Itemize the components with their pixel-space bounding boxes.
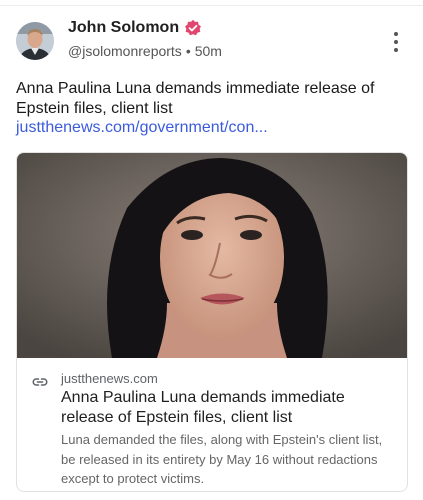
post-time[interactable]: 50m: [195, 43, 222, 59]
link-preview-card[interactable]: justthenews.com Anna Paulina Luna demand…: [16, 152, 408, 492]
avatar[interactable]: [16, 22, 54, 60]
verified-badge-icon: [185, 19, 202, 36]
post-body: Anna Paulina Luna demands immediate rele…: [16, 80, 375, 117]
author-name-text: John Solomon: [68, 19, 180, 36]
avatar-image: [16, 22, 54, 60]
author-handle[interactable]: @jsolomonreports: [68, 43, 182, 59]
more-vertical-icon: [394, 32, 398, 52]
post-link[interactable]: justthenews.com/government/con...: [16, 119, 268, 136]
author-meta: @jsolomonreports • 50m: [68, 43, 222, 59]
card-domain: justthenews.com: [61, 371, 158, 386]
post-text: Anna Paulina Luna demands immediate rele…: [16, 79, 408, 138]
post: John Solomon @jsolomonreports • 50m Anna P…: [0, 0, 423, 500]
meta-separator: •: [185, 43, 191, 59]
card-image: [17, 153, 407, 358]
card-title[interactable]: Anna Paulina Luna demands immediate rele…: [61, 388, 397, 427]
more-options-button[interactable]: [388, 30, 404, 54]
author-name[interactable]: John Solomon: [68, 19, 202, 37]
link-icon: [32, 378, 48, 386]
card-body: justthenews.com Anna Paulina Luna demand…: [17, 358, 407, 491]
card-description: Luna demanded the files, along with Epst…: [61, 432, 383, 486]
